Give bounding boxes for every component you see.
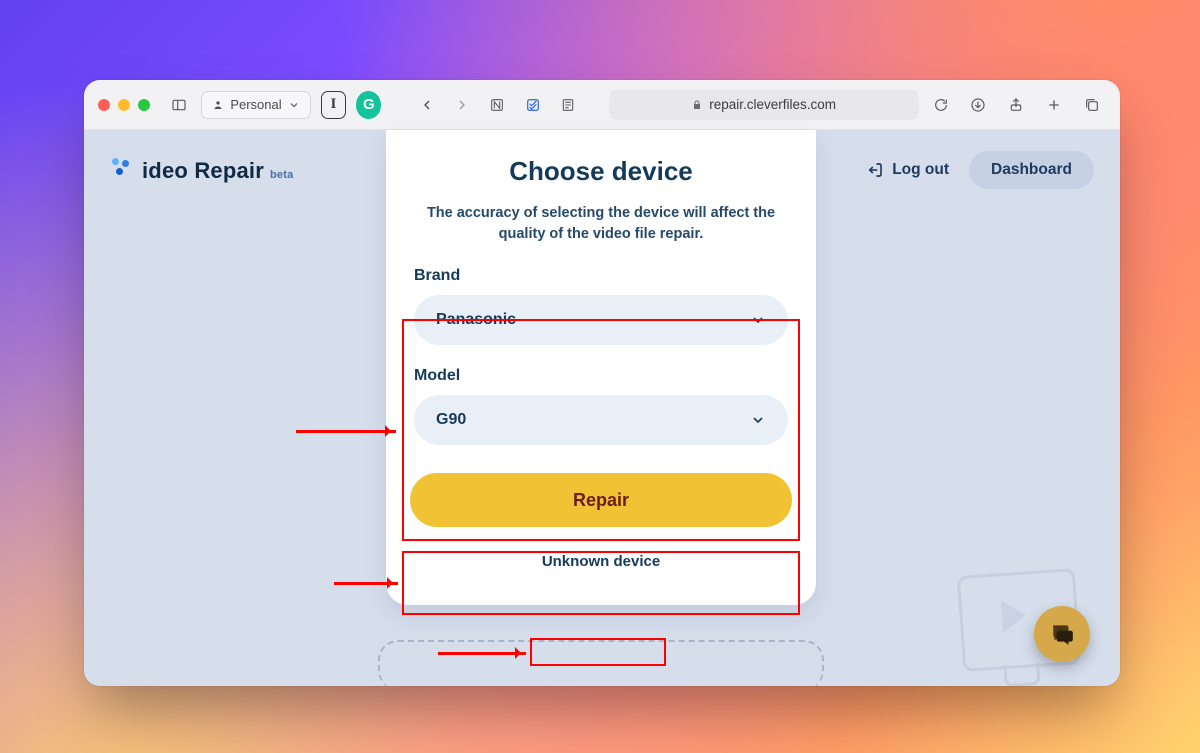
share-button[interactable]	[1002, 91, 1030, 119]
desktop-wallpaper: Personal I G repair.c	[0, 0, 1200, 753]
minimize-window-button[interactable]	[118, 99, 130, 111]
app-logo[interactable]: ideo Repair beta	[110, 156, 293, 184]
downloads-button[interactable]	[964, 91, 992, 119]
extension-notion-icon[interactable]	[485, 91, 510, 119]
reload-button[interactable]	[929, 91, 954, 119]
nav-back-button[interactable]	[414, 91, 439, 119]
card-title: Choose device	[410, 156, 792, 187]
nav-forward-button[interactable]	[449, 91, 474, 119]
dashboard-button[interactable]: Dashboard	[969, 151, 1094, 189]
annotation-arrow-fields	[296, 430, 396, 433]
model-field: Model G90	[410, 367, 792, 445]
maximize-window-button[interactable]	[138, 99, 150, 111]
chevron-down-icon	[750, 412, 766, 428]
logout-button[interactable]: Log out	[866, 161, 949, 179]
brand-label: Brand	[414, 267, 788, 285]
dropzone-outline	[378, 640, 824, 686]
chat-fab-button[interactable]	[1034, 606, 1090, 662]
tab-overview-button[interactable]	[1078, 91, 1106, 119]
extension-todoist-icon[interactable]	[520, 91, 545, 119]
profile-label: Personal	[230, 97, 281, 112]
logo-badge: beta	[270, 169, 293, 181]
new-tab-button[interactable]	[1040, 91, 1068, 119]
chevron-down-icon	[750, 312, 766, 328]
card-note: The accuracy of selecting the device wil…	[410, 203, 792, 245]
profile-switcher[interactable]: Personal	[201, 91, 310, 119]
chat-icon	[1049, 621, 1075, 647]
brand-select[interactable]: Panasonic	[414, 295, 788, 345]
address-host: repair.cleverfiles.com	[709, 97, 836, 112]
reader-mode-button[interactable]	[555, 91, 580, 119]
dashboard-label: Dashboard	[991, 161, 1072, 178]
model-select[interactable]: G90	[414, 395, 788, 445]
brand-field: Brand Panasonic	[410, 267, 792, 345]
repair-button[interactable]: Repair	[410, 473, 792, 527]
logo-mark-icon	[110, 158, 138, 180]
page-content: ideo Repair beta Log out Dashboard	[84, 130, 1120, 686]
logout-label: Log out	[892, 161, 949, 179]
brand-value: Panasonic	[436, 311, 516, 329]
model-value: G90	[436, 411, 466, 429]
logout-icon	[866, 161, 884, 179]
lock-icon	[691, 99, 703, 111]
address-bar[interactable]: repair.cleverfiles.com	[609, 90, 919, 120]
logo-text: ideo Repair	[142, 158, 264, 184]
unknown-device-link[interactable]: Unknown device	[542, 553, 660, 570]
sidebar-toggle-button[interactable]	[166, 91, 191, 119]
extension-instapaper-icon[interactable]: I	[321, 91, 347, 119]
close-window-button[interactable]	[98, 99, 110, 111]
choose-device-card: Choose device The accuracy of selecting …	[386, 130, 816, 605]
model-label: Model	[414, 367, 788, 385]
window-controls	[98, 99, 150, 111]
repair-label: Repair	[573, 490, 629, 511]
browser-window: Personal I G repair.c	[84, 80, 1120, 686]
extension-grammarly-icon[interactable]: G	[356, 91, 381, 119]
unknown-device-label: Unknown device	[542, 553, 660, 570]
browser-toolbar: Personal I G repair.c	[84, 80, 1120, 130]
